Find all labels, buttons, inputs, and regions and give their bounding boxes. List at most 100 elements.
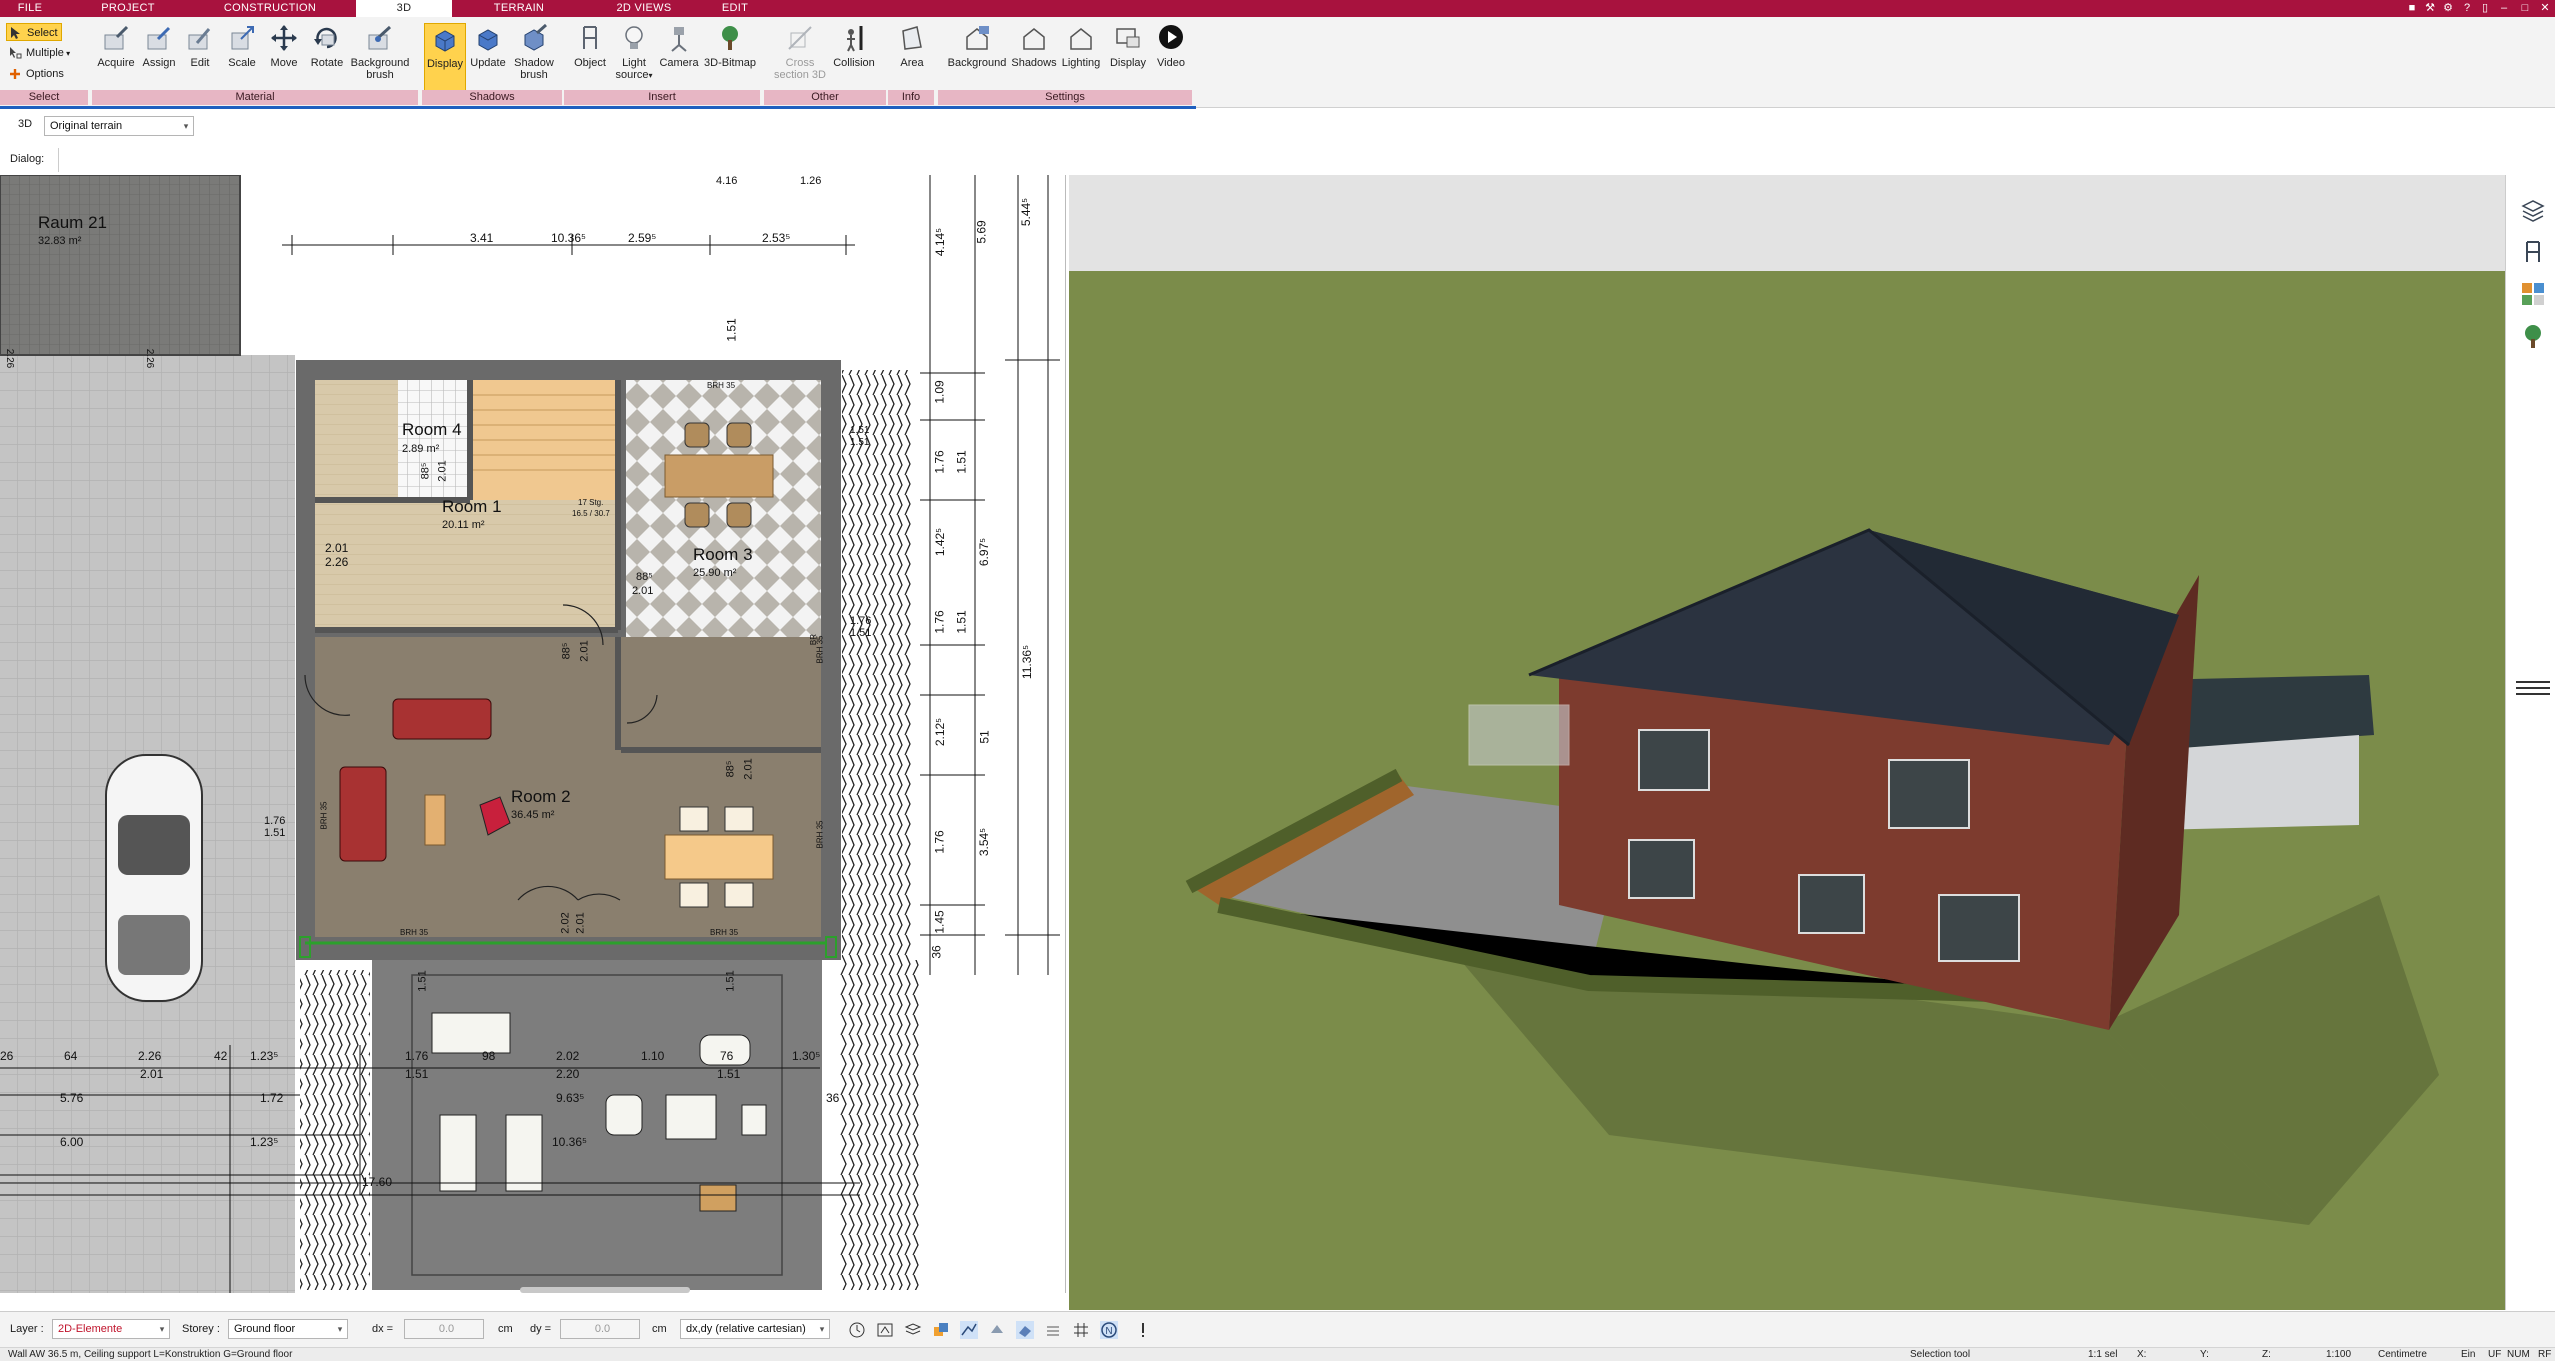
more-icon[interactable] bbox=[1138, 1321, 1148, 1339]
minimize-icon[interactable]: – bbox=[2497, 2, 2511, 15]
area-button[interactable]: Area bbox=[892, 23, 932, 95]
plan-scrollbar-h[interactable] bbox=[520, 1287, 690, 1293]
shadows-settings-button[interactable]: Shadows bbox=[1008, 23, 1060, 95]
menu-tab-project[interactable]: PROJECT bbox=[98, 0, 158, 17]
wrench-icon[interactable]: ⚒ bbox=[2423, 2, 2437, 15]
menu-tab-edit[interactable]: EDIT bbox=[714, 0, 756, 17]
layer-value: 2D-Elemente bbox=[58, 1323, 123, 1335]
dim-label: 3.41 bbox=[470, 231, 494, 245]
dim-label: 1.51 bbox=[954, 610, 969, 634]
plan-annotation: 88⁵ bbox=[724, 760, 737, 778]
menu-tab-construction[interactable]: CONSTRUCTION bbox=[218, 0, 322, 17]
tree-icon[interactable] bbox=[2520, 323, 2546, 349]
rotate-icon bbox=[314, 27, 337, 49]
camera-button[interactable]: Camera bbox=[656, 23, 702, 95]
coord-mode-value: dx,dy (relative cartesian) bbox=[686, 1323, 806, 1335]
light-source-button[interactable]: Light source▾ bbox=[612, 23, 656, 95]
hatch-icon[interactable] bbox=[1044, 1321, 1062, 1339]
dim-label: 1.76 bbox=[932, 830, 947, 854]
north-icon[interactable]: N bbox=[1100, 1321, 1118, 1339]
3d-view[interactable] bbox=[1069, 175, 2505, 1310]
palette-icon[interactable]: ■ bbox=[2405, 2, 2419, 15]
layer-select[interactable]: 2D-Elemente ▾ bbox=[52, 1319, 170, 1339]
rotate-button[interactable]: Rotate bbox=[306, 23, 348, 95]
menu-tab-file[interactable]: FILE bbox=[6, 0, 54, 17]
background-brush-label-2: brush bbox=[366, 69, 394, 81]
panel-handle[interactable] bbox=[2516, 687, 2550, 689]
ein-indicator: Ein bbox=[2461, 1349, 2476, 1360]
objects-icon[interactable] bbox=[932, 1321, 950, 1339]
snap-icon[interactable] bbox=[876, 1321, 894, 1339]
plan-annotation: 2.01 bbox=[578, 640, 591, 662]
panel-handle[interactable] bbox=[2516, 681, 2550, 683]
select-label: Select bbox=[27, 27, 58, 39]
floor-plan-view[interactable]: Raum 21 32.83 m² Room 4 2.89 m² Room 1 2… bbox=[0, 175, 1066, 1293]
fill-icon[interactable] bbox=[988, 1321, 1006, 1339]
menu-tab-2d-views[interactable]: 2D VIEWS bbox=[610, 0, 678, 17]
menu-tab-3d[interactable]: 3D bbox=[356, 0, 452, 17]
status-message: Wall AW 36.5 m, Ceiling support L=Konstr… bbox=[8, 1349, 293, 1360]
display-settings-button[interactable]: Display bbox=[1104, 23, 1152, 95]
clock-icon[interactable] bbox=[848, 1321, 866, 1339]
dim-label: 3.54⁵ bbox=[977, 827, 992, 857]
background-brush-button[interactable]: Background brush bbox=[348, 23, 412, 95]
grid-icon[interactable] bbox=[1072, 1321, 1090, 1339]
update-label: Update bbox=[470, 57, 506, 69]
help-icon[interactable]: ? bbox=[2460, 2, 2474, 15]
coord-mode-select[interactable]: dx,dy (relative cartesian) ▾ bbox=[680, 1319, 830, 1339]
dy-input[interactable]: 0.0 bbox=[560, 1319, 640, 1339]
background-settings-button[interactable]: Background bbox=[942, 23, 1012, 95]
menu-tab-terrain[interactable]: TERRAIN bbox=[487, 0, 551, 17]
object-button[interactable]: Object bbox=[566, 23, 614, 95]
cross-section-3d-button[interactable]: Cross section 3D bbox=[770, 23, 830, 95]
eyedropper-icon bbox=[104, 25, 129, 50]
plan-annotation: 2.01 bbox=[742, 758, 755, 780]
plan-annotation: 88⁵ bbox=[560, 642, 573, 660]
terrain-select[interactable]: Original terrain ▾ bbox=[44, 116, 194, 136]
cross-section-label-2: section 3D bbox=[774, 69, 826, 81]
edit-material-button[interactable]: Edit bbox=[180, 23, 220, 95]
lighting-settings-button[interactable]: Lighting bbox=[1056, 23, 1106, 95]
shadow-brush-button[interactable]: Shadow brush bbox=[510, 23, 558, 95]
dim-label: 5.69 bbox=[974, 220, 989, 244]
plan-annotation: 2.26 bbox=[4, 348, 16, 369]
room-area: 25.90 m² bbox=[693, 567, 737, 579]
dim-label: 1.23⁵ bbox=[250, 1049, 279, 1063]
rotate-label: Rotate bbox=[310, 57, 344, 69]
car-symbol bbox=[105, 754, 203, 1002]
update-shadows-button[interactable]: Update bbox=[467, 23, 509, 95]
materials-icon[interactable] bbox=[2520, 281, 2546, 307]
tools-icon[interactable]: ⚙ bbox=[2441, 2, 2455, 15]
chevron-down-icon: ▾ bbox=[159, 1324, 165, 1334]
close-icon[interactable]: ✕ bbox=[2538, 2, 2552, 15]
plan-annotation: BR bbox=[809, 633, 819, 646]
dx-input[interactable]: 0.0 bbox=[404, 1319, 484, 1339]
3d-bitmap-button[interactable]: 3D-Bitmap bbox=[702, 23, 758, 95]
chair-icon[interactable] bbox=[2520, 239, 2546, 265]
line-tool-icon[interactable] bbox=[960, 1321, 978, 1339]
monitor-icon bbox=[1116, 28, 1140, 48]
plan-annotation: 2.01 bbox=[436, 460, 449, 482]
plan-annotation: 2.01 bbox=[325, 541, 349, 555]
panel-handle[interactable] bbox=[2516, 693, 2550, 695]
display-shadows-button[interactable]: Display bbox=[424, 23, 466, 95]
group-label-select: Select bbox=[0, 90, 90, 105]
maximize-icon[interactable]: □ bbox=[2518, 2, 2532, 15]
options-button[interactable]: Options bbox=[6, 65, 64, 83]
storey-select[interactable]: Ground floor ▾ bbox=[228, 1319, 348, 1339]
select-button[interactable]: Select bbox=[6, 23, 62, 41]
dim-label: 98 bbox=[482, 1049, 496, 1063]
move-button[interactable]: Move bbox=[264, 23, 304, 95]
assign-button[interactable]: Assign bbox=[137, 23, 181, 95]
collision-button[interactable]: Collision bbox=[828, 23, 880, 95]
multiple-button[interactable]: Multiple ▾ bbox=[6, 44, 70, 62]
eraser-icon[interactable] bbox=[1016, 1321, 1034, 1339]
layer-snap-icon[interactable] bbox=[904, 1321, 922, 1339]
video-button[interactable]: Video bbox=[1150, 23, 1192, 95]
layers-icon[interactable] bbox=[2520, 197, 2546, 223]
scale-button[interactable]: Scale bbox=[222, 23, 262, 95]
dim-label: 1.26 bbox=[800, 175, 822, 187]
layout-icon[interactable]: ▯ bbox=[2478, 2, 2492, 15]
acquire-button[interactable]: Acquire bbox=[93, 23, 139, 95]
status-toolbar: Layer : 2D-Elemente ▾ Storey : Ground fl… bbox=[0, 1311, 2555, 1347]
